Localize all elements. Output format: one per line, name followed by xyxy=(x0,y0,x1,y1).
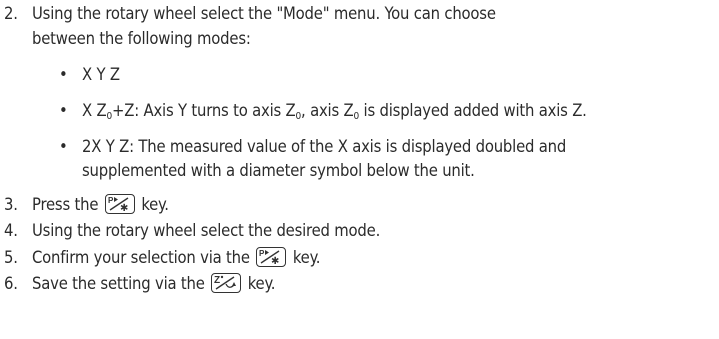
step-text: Save the setting via the Z key. xyxy=(32,272,276,293)
p-star-key-icon: P ✱ xyxy=(256,246,287,267)
step-number: 4. xyxy=(4,221,18,240)
step-number: 2. xyxy=(4,4,18,23)
svg-text:✱: ✱ xyxy=(271,256,279,265)
p-star-key-icon: P ✱ xyxy=(104,193,135,214)
mode-text: 2X Y Z: The measured value of the X axis… xyxy=(82,137,567,156)
mode-text: X Y Z xyxy=(82,65,120,84)
z-arrow-key-icon: Z xyxy=(211,272,242,293)
svg-text:P: P xyxy=(108,196,114,205)
step-text: between the following modes: xyxy=(32,29,251,48)
step-text: Using the rotary wheel select the "Mode"… xyxy=(32,4,496,23)
bullet: • xyxy=(59,65,68,84)
step-number: 3. xyxy=(4,195,18,214)
svg-text:P: P xyxy=(259,249,265,258)
step-number: 5. xyxy=(4,248,18,267)
step-text: Confirm your selection via the P ✱ key. xyxy=(32,246,321,267)
step-number: 6. xyxy=(4,274,18,293)
step-text: Press the P ✱ key. xyxy=(32,193,169,214)
bullet: • xyxy=(59,137,68,156)
svg-text:✱: ✱ xyxy=(120,203,128,212)
mode-text: X Z0+Z: Axis Y turns to axis Z0, axis Z0… xyxy=(82,101,587,122)
step-text: Using the rotary wheel select the desire… xyxy=(32,221,381,240)
svg-text:Z: Z xyxy=(214,275,220,286)
bullet: • xyxy=(59,101,68,120)
mode-text: supplemented with a diameter symbol belo… xyxy=(82,161,475,180)
